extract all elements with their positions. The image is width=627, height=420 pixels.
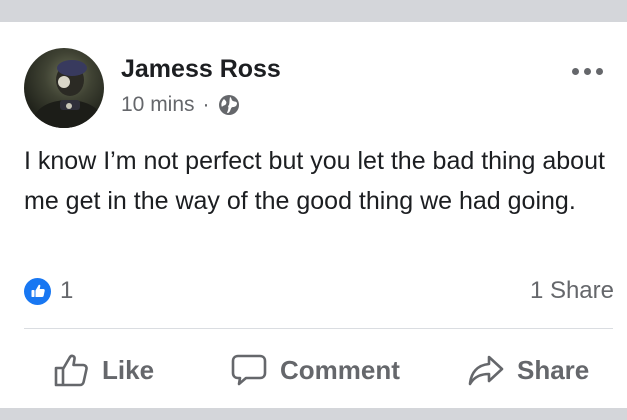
like-button[interactable]: Like <box>52 344 154 396</box>
more-options-icon[interactable] <box>570 62 605 81</box>
share-arrow-icon <box>468 355 504 386</box>
share-button[interactable]: Share <box>467 344 589 396</box>
avatar-photo <box>34 60 102 128</box>
globe-icon <box>218 94 240 116</box>
like-label: Like <box>102 354 155 385</box>
like-icon <box>54 354 88 387</box>
like-reaction-icon <box>24 277 51 305</box>
feed-separator-top <box>0 0 627 22</box>
divider <box>24 328 613 329</box>
reactions-summary[interactable]: 1 <box>24 277 73 305</box>
post-timestamp[interactable]: 10 mins <box>121 93 195 117</box>
comment-label: Comment <box>280 354 400 385</box>
author-name[interactable]: Jamess Ross <box>121 55 281 84</box>
meta-separator: · <box>202 93 210 116</box>
comment-button[interactable]: Comment <box>230 344 400 396</box>
avatar[interactable] <box>24 48 104 128</box>
post-meta: 10 mins · <box>121 92 240 118</box>
post-text: I know I’m not perfect but you let the b… <box>24 147 605 215</box>
feed-separator-bottom <box>0 408 627 420</box>
post-actions: Like Comment Share <box>0 344 627 396</box>
reaction-count: 1 <box>60 277 74 304</box>
share-label: Share <box>517 354 590 385</box>
post-card: Jamess Ross 10 mins · I know I’m not per… <box>0 22 627 408</box>
comment-icon <box>231 354 267 386</box>
share-count[interactable]: 1 Share <box>530 277 614 305</box>
